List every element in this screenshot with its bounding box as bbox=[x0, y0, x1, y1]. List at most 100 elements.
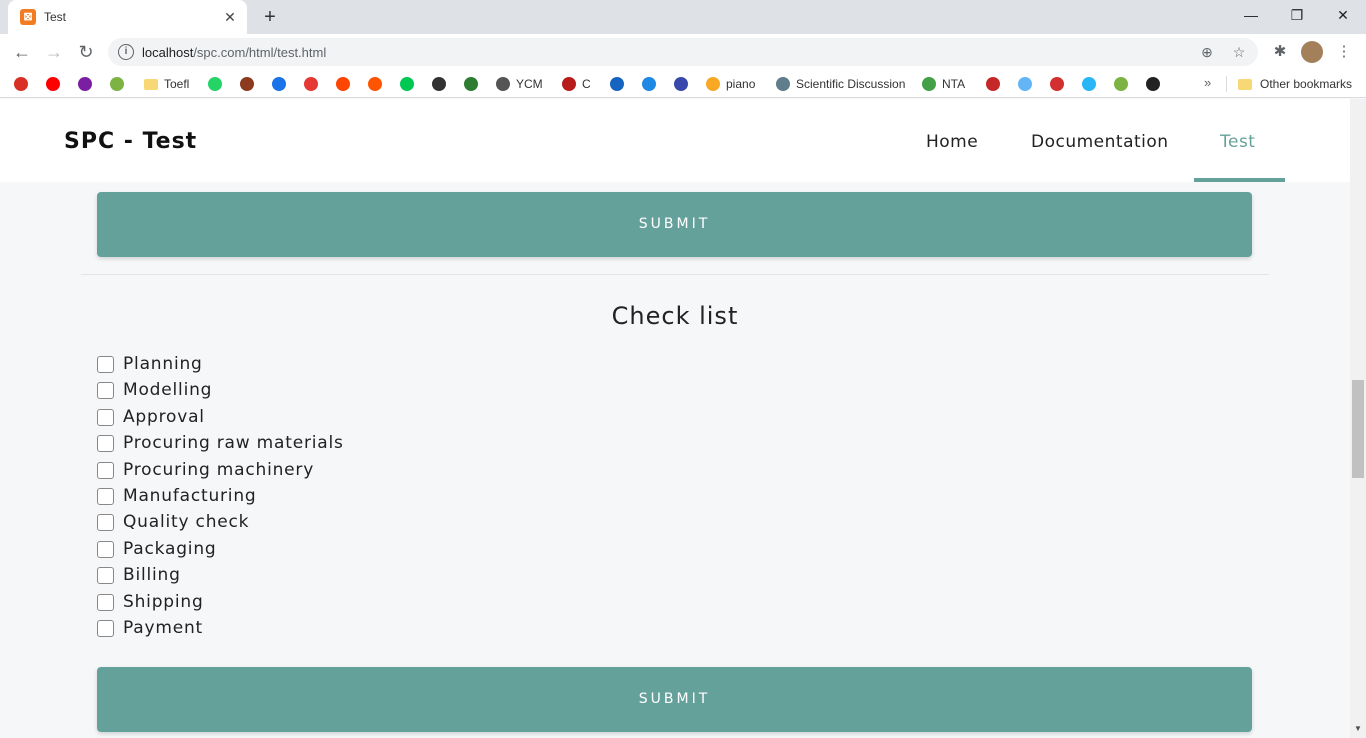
bookmark-item[interactable] bbox=[110, 76, 130, 92]
page-viewport: SPC - Test Home Documentation Test SUBMI… bbox=[0, 99, 1350, 738]
checklist-item[interactable]: Approval bbox=[97, 404, 205, 430]
checklist-item-label: Modelling bbox=[123, 380, 213, 400]
bookmark-item[interactable] bbox=[610, 76, 630, 92]
divider bbox=[81, 274, 1269, 275]
bookmark-item[interactable] bbox=[1146, 76, 1166, 92]
checkbox[interactable] bbox=[97, 381, 114, 399]
bookmark-item[interactable] bbox=[304, 76, 324, 92]
bookmark-icon bbox=[922, 77, 936, 91]
checkbox[interactable] bbox=[97, 540, 114, 558]
scroll-down-icon[interactable]: ▼ bbox=[1354, 724, 1362, 733]
forward-icon[interactable]: → bbox=[42, 40, 66, 64]
checkbox[interactable] bbox=[97, 619, 114, 637]
checklist-item-label: Planning bbox=[123, 354, 203, 374]
bookmark-item[interactable] bbox=[1082, 76, 1102, 92]
extensions-icon[interactable]: ✱ bbox=[1270, 42, 1290, 62]
nav-test[interactable]: Test bbox=[1220, 132, 1255, 152]
gmail-icon bbox=[14, 77, 28, 91]
checklist-item[interactable]: Planning bbox=[97, 351, 203, 377]
info-icon[interactable]: i bbox=[118, 44, 134, 60]
browser-toolbar: ← → ↻ i localhost/spc.com/html/test.html… bbox=[0, 34, 1366, 70]
bookmark-item[interactable] bbox=[674, 76, 694, 92]
bookmark-icon bbox=[464, 77, 478, 91]
bookmark-item[interactable]: Scientific Discussion bbox=[776, 76, 905, 92]
bookmark-icon bbox=[1050, 77, 1064, 91]
checklist-item[interactable]: Modelling bbox=[97, 377, 212, 403]
bookmark-item[interactable] bbox=[1018, 76, 1038, 92]
url-text[interactable]: localhost/spc.com/html/test.html bbox=[142, 45, 326, 60]
checkbox[interactable] bbox=[97, 408, 114, 426]
bookmark-item[interactable] bbox=[78, 76, 98, 92]
checklist-item[interactable]: Billing bbox=[97, 562, 181, 588]
url-path: /spc.com/html/test.html bbox=[193, 45, 327, 60]
checklist-item-label: Procuring raw materials bbox=[123, 433, 344, 453]
bookmark-item[interactable] bbox=[240, 76, 260, 92]
bookmark-item[interactable] bbox=[336, 76, 356, 92]
bookmark-item[interactable]: YCM bbox=[496, 76, 543, 92]
nav-home[interactable]: Home bbox=[926, 132, 978, 152]
site-brand[interactable]: SPC - Test bbox=[64, 129, 197, 154]
page-scrollbar[interactable]: ▼ bbox=[1350, 99, 1366, 738]
youtube-icon bbox=[46, 77, 60, 91]
dot-icon bbox=[400, 77, 414, 91]
new-tab-icon[interactable]: + bbox=[258, 5, 282, 29]
checklist-item[interactable]: Packaging bbox=[97, 536, 217, 562]
bookmark-item[interactable] bbox=[14, 76, 34, 92]
checklist-item[interactable]: Manufacturing bbox=[97, 483, 257, 509]
bookmark-icon bbox=[1018, 77, 1032, 91]
checkbox[interactable] bbox=[97, 566, 114, 584]
checklist-item[interactable]: Shipping bbox=[97, 589, 204, 615]
submit-button-bottom[interactable]: SUBMIT bbox=[97, 667, 1252, 732]
menu-icon[interactable]: ⋮ bbox=[1334, 42, 1354, 62]
checklist-item[interactable]: Procuring machinery bbox=[97, 457, 314, 483]
checkbox[interactable] bbox=[97, 434, 114, 452]
restore-icon[interactable]: ❐ bbox=[1282, 4, 1312, 26]
infinity-icon bbox=[610, 77, 624, 91]
address-bar[interactable]: i localhost/spc.com/html/test.html ⊕ ☆ bbox=[108, 38, 1258, 66]
reload-icon[interactable]: ↻ bbox=[74, 40, 98, 64]
checklist-item[interactable]: Payment bbox=[97, 615, 203, 641]
chevron-more-icon[interactable]: » bbox=[1204, 75, 1211, 90]
checklist-item[interactable]: Procuring raw materials bbox=[97, 430, 344, 456]
bookmarks-bar: » Other bookmarks Toefl YCM Cpiano Scientif… bbox=[0, 70, 1366, 98]
other-bookmarks-label: Other bookmarks bbox=[1260, 77, 1353, 91]
tab-title: Test bbox=[44, 10, 67, 24]
avatar[interactable] bbox=[1301, 41, 1323, 63]
checkbox[interactable] bbox=[97, 487, 114, 505]
bookmark-item[interactable]: Toefl bbox=[144, 76, 189, 92]
bookmark-item[interactable] bbox=[368, 76, 388, 92]
other-bookmarks[interactable]: Other bookmarks bbox=[1238, 76, 1352, 92]
window-close-icon[interactable]: ✕ bbox=[1328, 4, 1358, 26]
nav-documentation[interactable]: Documentation bbox=[1031, 132, 1169, 152]
checkbox[interactable] bbox=[97, 513, 114, 531]
bookmark-item[interactable] bbox=[464, 76, 484, 92]
bookmark-item[interactable] bbox=[432, 76, 452, 92]
minimize-icon[interactable]: — bbox=[1236, 4, 1266, 26]
bookmark-item[interactable] bbox=[1050, 76, 1070, 92]
back-icon[interactable]: ← bbox=[10, 40, 34, 64]
checkbox[interactable] bbox=[97, 593, 114, 611]
close-icon[interactable]: ✕ bbox=[221, 8, 239, 26]
checkbox[interactable] bbox=[97, 461, 114, 479]
bookmark-item[interactable] bbox=[272, 76, 292, 92]
checklist-item-label: Payment bbox=[123, 618, 204, 638]
bookmark-item[interactable]: NTA bbox=[922, 76, 965, 92]
checklist-item[interactable]: Quality check bbox=[97, 509, 249, 535]
bookmark-item[interactable] bbox=[1114, 76, 1134, 92]
bookmark-item[interactable] bbox=[986, 76, 1006, 92]
bookmark-icon bbox=[562, 77, 576, 91]
scrollbar-thumb[interactable] bbox=[1352, 380, 1364, 478]
bookmark-item[interactable] bbox=[400, 76, 420, 92]
bookmark-item[interactable] bbox=[642, 76, 662, 92]
bookmark-item[interactable]: C bbox=[562, 76, 591, 92]
zoom-icon[interactable]: ⊕ bbox=[1198, 43, 1216, 61]
active-nav-indicator bbox=[1194, 178, 1285, 182]
checkbox[interactable] bbox=[97, 355, 114, 373]
submit-button-top[interactable]: SUBMIT bbox=[97, 192, 1252, 257]
bookmark-item[interactable]: piano bbox=[706, 76, 755, 92]
bookmark-item[interactable] bbox=[46, 76, 66, 92]
bookmark-item[interactable] bbox=[208, 76, 228, 92]
star-icon[interactable]: ☆ bbox=[1230, 43, 1248, 61]
browser-tab[interactable]: ⊠ Test ✕ bbox=[8, 0, 247, 34]
bookmark-label: Scientific Discussion bbox=[796, 77, 906, 91]
